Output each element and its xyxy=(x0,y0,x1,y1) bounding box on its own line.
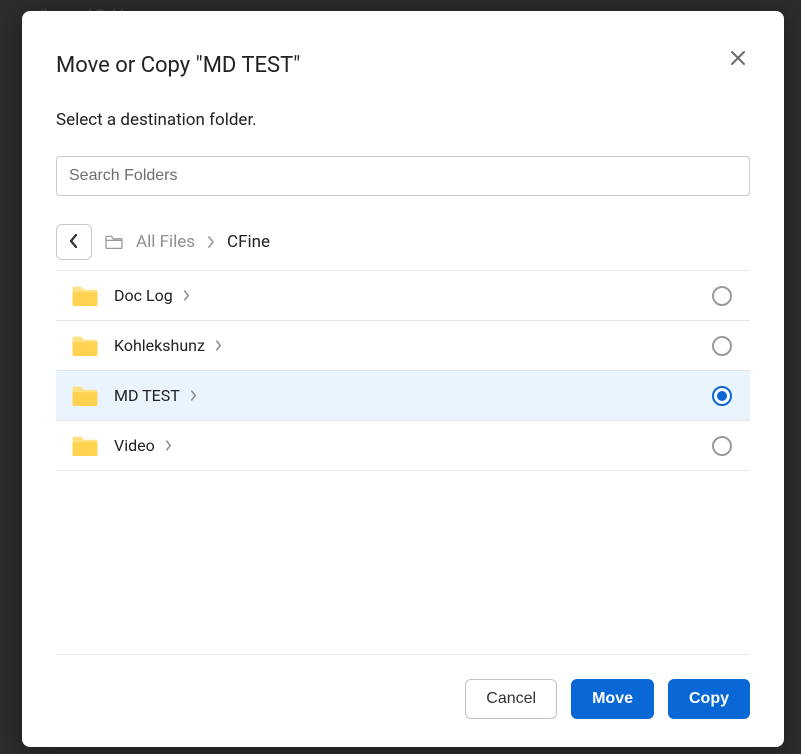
close-icon xyxy=(730,50,746,69)
move-button[interactable]: Move xyxy=(571,679,654,719)
breadcrumb-current: CFine xyxy=(227,232,270,252)
chevron-right-icon xyxy=(207,236,215,248)
folder-row[interactable]: MD TEST xyxy=(56,371,750,421)
select-radio[interactable] xyxy=(712,436,732,456)
cancel-button[interactable]: Cancel xyxy=(465,679,557,719)
modal-title: Move or Copy "MD TEST" xyxy=(56,53,750,78)
chevron-right-icon xyxy=(190,390,197,401)
modal-body: Select a destination folder. All Files C… xyxy=(22,78,784,655)
select-radio[interactable] xyxy=(712,386,732,406)
select-radio[interactable] xyxy=(712,336,732,356)
chevron-right-icon xyxy=(165,440,172,451)
chevron-right-icon xyxy=(215,340,222,351)
copy-button[interactable]: Copy xyxy=(668,679,750,719)
move-copy-modal: Move or Copy "MD TEST" Select a destinat… xyxy=(22,11,784,747)
folder-name: MD TEST xyxy=(114,386,180,405)
chevron-right-icon xyxy=(183,290,190,301)
folder-row[interactable]: Video xyxy=(56,421,750,471)
folder-name: Kohlekshunz xyxy=(114,336,205,355)
folder-icon xyxy=(70,281,100,311)
search-input[interactable] xyxy=(56,156,750,196)
folder-row[interactable]: Kohlekshunz xyxy=(56,321,750,371)
chevron-left-icon xyxy=(69,234,79,251)
back-button[interactable] xyxy=(56,224,92,260)
modal-subtitle: Select a destination folder. xyxy=(56,110,750,130)
folder-name: Video xyxy=(114,436,155,455)
folder-outline-icon xyxy=(104,234,124,250)
folder-list: Doc Log Kohlekshunz MD TEST Video xyxy=(56,270,750,471)
breadcrumb-root[interactable]: All Files xyxy=(136,232,195,252)
folder-icon xyxy=(70,331,100,361)
select-radio[interactable] xyxy=(712,286,732,306)
modal-footer: Cancel Move Copy xyxy=(22,655,784,747)
close-button[interactable] xyxy=(726,47,750,71)
breadcrumb: All Files CFine xyxy=(56,224,750,260)
modal-header: Move or Copy "MD TEST" xyxy=(22,11,784,78)
folder-icon xyxy=(70,431,100,461)
folder-icon xyxy=(70,381,100,411)
folder-name: Doc Log xyxy=(114,286,173,305)
folder-list-remaining xyxy=(56,471,750,655)
folder-row[interactable]: Doc Log xyxy=(56,271,750,321)
